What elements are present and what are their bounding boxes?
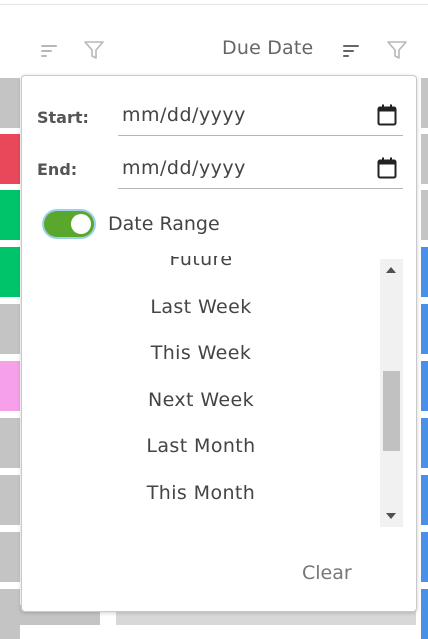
- date-preset-option[interactable]: Last Month: [22, 435, 380, 457]
- due-date-sort-icon[interactable]: [343, 42, 361, 60]
- row-status-cell: [0, 418, 20, 468]
- date-preset-option[interactable]: Last Week: [22, 296, 380, 318]
- row-date-cell: [421, 418, 428, 468]
- row-date-cell: [421, 134, 428, 184]
- row-date-cell: [421, 589, 428, 639]
- row-status-cell: [0, 247, 20, 297]
- scroll-down-arrow-icon[interactable]: [386, 513, 396, 519]
- due-date-filter-icon[interactable]: [386, 39, 408, 61]
- clear-button[interactable]: Clear: [302, 562, 352, 584]
- calendar-icon[interactable]: [377, 104, 397, 126]
- row-date-cell: [421, 247, 428, 297]
- row-status-cell: [0, 78, 20, 128]
- date-preset-option[interactable]: This Month: [22, 482, 380, 504]
- end-label: End:: [37, 160, 78, 179]
- end-date-input[interactable]: mm/dd/yyyy: [118, 149, 403, 189]
- list-scrollbar[interactable]: [380, 259, 403, 527]
- sort-icon[interactable]: [41, 42, 59, 60]
- row-date-cell: [421, 532, 428, 582]
- filter-icon[interactable]: [83, 39, 105, 61]
- scroll-up-arrow-icon[interactable]: [386, 267, 396, 273]
- date-preset-option[interactable]: This Week: [22, 342, 380, 364]
- row-status-cell: [0, 304, 20, 354]
- row-date-cell: [421, 190, 428, 240]
- row-status-cell: [0, 361, 20, 411]
- date-preset-option[interactable]: Next Week: [22, 389, 380, 411]
- row-date-cell: [421, 475, 428, 525]
- row-status-cell: [0, 134, 20, 184]
- row-date-cell: [421, 304, 428, 354]
- row-date-cell: [421, 78, 428, 128]
- row-date-cell: [421, 361, 428, 411]
- date-preset-option[interactable]: Future: [22, 256, 380, 270]
- scrollbar-thumb[interactable]: [383, 371, 400, 451]
- top-divider: [0, 4, 428, 5]
- date-range-toggle[interactable]: [44, 211, 94, 237]
- row-status-cell: [0, 190, 20, 240]
- row-status-cell: [0, 475, 20, 525]
- due-date-column-header[interactable]: Due Date: [222, 37, 313, 59]
- date-preset-list: Future Last Week This Week Next Week Las…: [22, 256, 380, 528]
- toggle-knob: [71, 214, 91, 234]
- start-label: Start:: [37, 108, 89, 127]
- row-status-cell: [0, 532, 20, 582]
- end-date-placeholder: mm/dd/yyyy: [122, 157, 246, 179]
- start-date-input[interactable]: mm/dd/yyyy: [118, 96, 403, 136]
- date-filter-popover: Start: mm/dd/yyyy End: mm/dd/yyyy Date R…: [21, 75, 417, 612]
- start-date-placeholder: mm/dd/yyyy: [122, 104, 246, 126]
- date-range-label: Date Range: [108, 213, 220, 235]
- calendar-icon[interactable]: [377, 157, 397, 179]
- row-status-cell: [0, 589, 20, 639]
